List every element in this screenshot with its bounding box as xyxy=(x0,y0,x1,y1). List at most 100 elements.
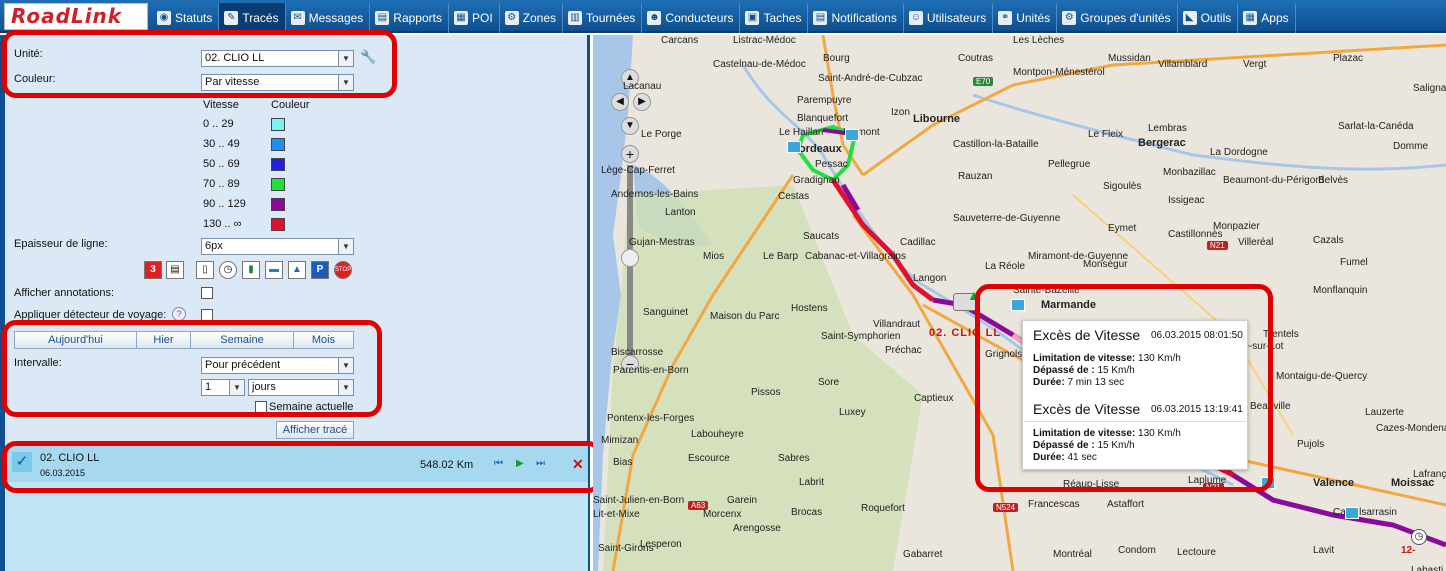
nav-trac-s[interactable]: ✎ Tracés xyxy=(219,3,286,33)
nav-label: Tracés xyxy=(242,11,279,25)
fuel-icon[interactable]: ▮ xyxy=(242,261,260,279)
nav-notifications[interactable]: ▤ Notifications xyxy=(808,3,904,33)
city-label: Cazals xyxy=(1313,235,1344,246)
nav-groupes-d-unit-s[interactable]: ⚙ Groupes d'unités xyxy=(1057,3,1178,33)
city-label: Montaigu-de-Quercy xyxy=(1276,371,1368,382)
city-label: Coutras xyxy=(958,53,994,64)
city-label: Préchac xyxy=(885,345,922,356)
speedometer-marker-icon[interactable]: ◷ xyxy=(1411,529,1427,545)
city-label: Lafrançaise xyxy=(1413,469,1446,480)
help-icon[interactable]: ? xyxy=(172,307,186,321)
nav-conducteurs[interactable]: ☻ Conducteurs xyxy=(642,3,741,33)
roadlink-logo[interactable]: RoadLink xyxy=(4,3,148,30)
city-label: Eymet xyxy=(1108,223,1137,234)
city-label: Salignac xyxy=(1413,83,1446,94)
tools-icon: ◣ xyxy=(1182,11,1197,25)
nav-tourn-es[interactable]: ▥ Tournées xyxy=(563,3,643,33)
city-label: Pessac xyxy=(815,159,848,170)
city-label: Domme xyxy=(1393,141,1429,152)
city-label: Arengosse xyxy=(733,523,781,534)
city-label: Valence xyxy=(1313,477,1354,489)
city-label: Belvès xyxy=(1318,175,1349,186)
top-navigation-bar: RoadLink ◉ Statuts ✎ Tracés ✉ Messages ▤ Rappor… xyxy=(0,0,1446,33)
legend-range: 30 .. 49 xyxy=(203,138,240,150)
city-label: Sore xyxy=(818,377,840,388)
tasks-icon: ▣ xyxy=(745,11,760,25)
city-label: Pontenx-les-Forges xyxy=(607,413,695,424)
thickness-select[interactable]: 6px ▼ xyxy=(201,238,354,255)
city-label: Parempuyre xyxy=(797,95,852,106)
highlight-box-popup xyxy=(975,284,1273,492)
city-label: Listrac-Médoc xyxy=(733,35,796,46)
nav-statuts[interactable]: ◉ Statuts xyxy=(152,3,220,33)
annotations-checkbox[interactable] xyxy=(201,287,213,299)
city-label: Le Barp xyxy=(763,251,799,262)
city-label: Escource xyxy=(688,453,730,464)
comment-icon[interactable]: ▬ xyxy=(265,261,283,279)
legend-swatch xyxy=(271,158,285,171)
city-label: Carcans xyxy=(661,35,699,46)
show-track-button[interactable]: Afficher tracé xyxy=(276,421,354,439)
message-marker-icon[interactable] xyxy=(787,141,801,153)
nav-outils[interactable]: ◣ Outils xyxy=(1178,3,1239,33)
nav-unit-s[interactable]: ⚭ Unités xyxy=(993,3,1058,33)
city-label: Cadillac xyxy=(900,237,936,248)
city-label: Villamblard xyxy=(1158,59,1208,70)
nav-rapports[interactable]: ▤ Rapports xyxy=(370,3,449,33)
city-label: Labrit xyxy=(799,477,825,488)
main-nav: ◉ Statuts ✎ Tracés ✉ Messages ▤ Rapports ▦ POI ⚙ Zo… xyxy=(152,3,1296,33)
nav-label: Tournées xyxy=(586,11,636,25)
city-label: Gabarret xyxy=(903,549,943,560)
pan-down-icon[interactable]: ▼ xyxy=(621,117,639,135)
stop-icon[interactable]: STOP xyxy=(334,261,352,279)
parking-icon[interactable]: P xyxy=(311,261,329,279)
city-label: Maison du Parc xyxy=(710,311,780,322)
highlight-box-interval xyxy=(2,320,382,417)
track-settings-panel: Unité: 02. CLIO LL ▼ 🔧 Couleur: Par vite… xyxy=(0,30,602,571)
pan-left-icon[interactable]: ◀ xyxy=(611,93,629,111)
legend-swatch xyxy=(271,218,285,231)
city-label: Cestas xyxy=(778,191,810,202)
reports-icon: ▤ xyxy=(375,11,390,25)
road-shield: E70 xyxy=(973,77,994,86)
users-icon: ☺ xyxy=(908,11,923,25)
pan-right-icon[interactable]: ▶ xyxy=(633,93,651,111)
door-icon[interactable]: ▯ xyxy=(196,261,214,279)
city-label: Lanton xyxy=(665,207,696,218)
road-shield: N524 xyxy=(993,503,1019,512)
nav-apps[interactable]: ▦ Apps xyxy=(1238,3,1296,33)
city-label: Mios xyxy=(703,251,725,262)
nav-label: POI xyxy=(472,11,493,25)
zoom-slider-handle[interactable] xyxy=(621,249,639,267)
city-label: Pissos xyxy=(751,387,781,398)
nav-messages[interactable]: ✉ Messages xyxy=(286,3,371,33)
photo-icon[interactable]: ▲ xyxy=(288,261,306,279)
panel-border xyxy=(0,35,5,571)
city-label: Lit-et-Mixe xyxy=(593,509,640,520)
city-label: Roquefort xyxy=(861,503,905,514)
city-label: Langon xyxy=(913,273,947,284)
speed-header: Vitesse xyxy=(203,99,239,111)
dordogne-river xyxy=(972,93,1446,171)
legend-range: 90 .. 129 xyxy=(203,198,246,210)
units-icon: ⚭ xyxy=(998,11,1013,25)
nav-zones[interactable]: ⚙ Zones xyxy=(500,3,564,33)
message-marker-icon[interactable] xyxy=(845,129,859,141)
speedometer-icon[interactable]: ◷ xyxy=(219,261,237,279)
city-label: Plazac xyxy=(1333,53,1364,64)
legend-swatch xyxy=(271,138,285,151)
messages-icon[interactable]: ▤ xyxy=(166,261,184,279)
city-label: Sigoulès xyxy=(1103,181,1142,192)
chevron-down-icon: ▼ xyxy=(338,239,353,254)
city-label: Parentis-en-Born xyxy=(613,365,689,376)
legend-swatch xyxy=(271,178,285,191)
event-count-icon[interactable]: 3 xyxy=(144,261,162,279)
zoom-in-icon[interactable]: + xyxy=(621,145,639,163)
nav-taches[interactable]: ▣ Taches xyxy=(740,3,809,33)
nav-poi[interactable]: ▦ POI xyxy=(449,3,500,33)
city-label: Gradignan xyxy=(793,175,840,186)
nav-utilisateurs[interactable]: ☺ Utilisateurs xyxy=(904,3,994,33)
city-label: Lembras xyxy=(1148,123,1187,134)
message-marker-icon[interactable] xyxy=(1345,507,1359,519)
city-label: Biscarrosse xyxy=(611,347,664,358)
